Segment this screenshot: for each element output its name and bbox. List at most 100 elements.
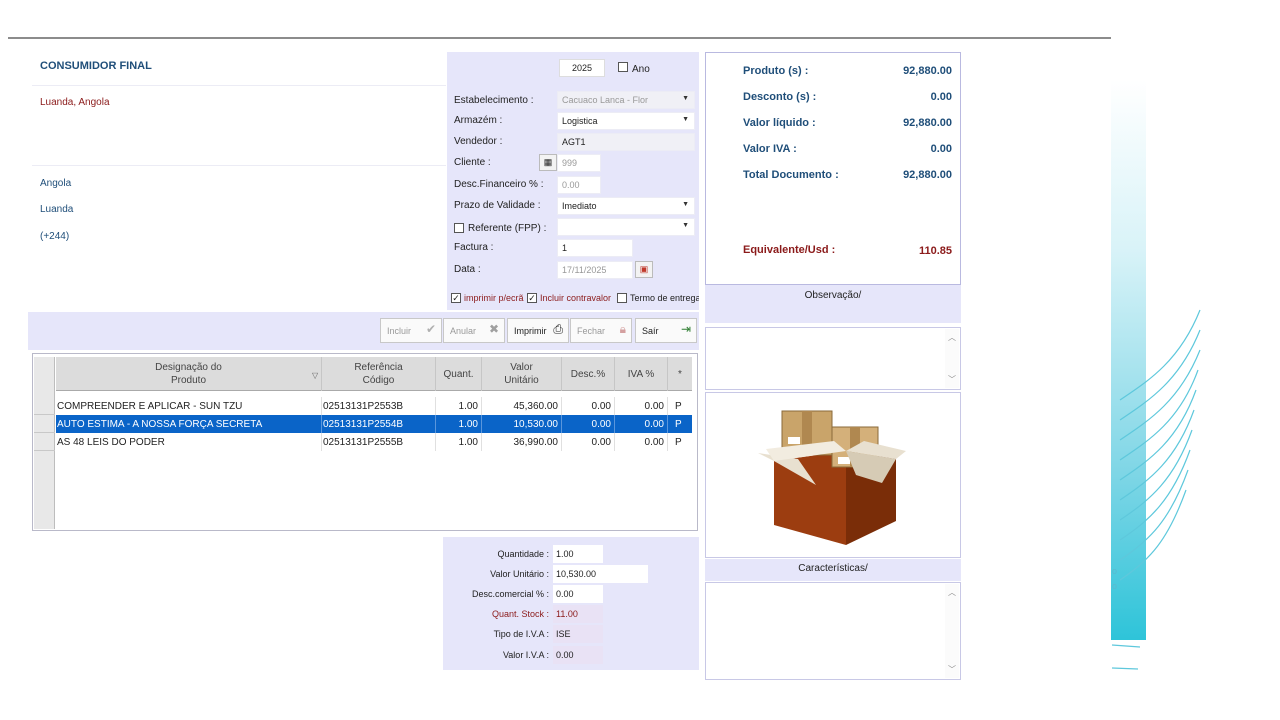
decorative-curves xyxy=(1111,309,1201,670)
products-grid: Designação do Produto ▽ Referência Códig… xyxy=(32,353,698,531)
exit-door-icon: ⇥ xyxy=(680,322,691,336)
include-button-label: Incluir xyxy=(387,326,412,336)
referent-select[interactable]: ▼ xyxy=(557,218,695,236)
date-field[interactable]: 17/11/2025 xyxy=(557,261,633,279)
chevron-down-icon: ▼ xyxy=(682,116,689,123)
table-row[interactable]: COMPREENDER E APLICAR - SUN TZU 02513131… xyxy=(56,397,692,415)
include-button[interactable]: Incluir ✔ xyxy=(380,318,442,343)
cell-flag: P xyxy=(675,419,682,430)
print-button-label: Imprimir xyxy=(514,326,547,336)
col-flag[interactable]: * xyxy=(668,357,692,391)
print-button[interactable]: Imprimir ⎙ xyxy=(507,318,569,343)
warehouse-select[interactable]: Logistica ▼ xyxy=(557,112,695,130)
delivery-term-label: Termo de entrega xyxy=(630,293,699,303)
cell-designation: AS 48 LEIS DO PODER xyxy=(56,433,322,451)
establishment-label: Estabelecimento : xyxy=(454,95,534,106)
seller-label: Vendedor : xyxy=(454,136,503,147)
document-header-form: 2025 Ano Estabelecimento : Cacuaco Lanca… xyxy=(447,52,699,310)
close-button[interactable]: Fechar 🔒︎ xyxy=(570,318,632,343)
detail-unit-value-field[interactable]: 10,530.00 xyxy=(553,565,648,583)
cell-vat: 0.00 xyxy=(615,415,668,433)
observation-textarea[interactable]: ︿ ﹀ xyxy=(705,327,961,390)
customer-name: CONSUMIDOR FINAL xyxy=(40,60,152,72)
detail-comm-discount-field[interactable]: 0.00 xyxy=(553,585,603,603)
detail-vat-value-field: 0.00 xyxy=(553,646,603,664)
scroll-up-icon[interactable]: ︿ xyxy=(945,332,959,343)
row-selector[interactable] xyxy=(34,433,55,451)
printer-icon: ⎙ xyxy=(553,322,563,336)
scroll-up-icon[interactable]: ︿ xyxy=(945,587,959,598)
calendar-icon[interactable]: ▣ xyxy=(635,261,653,278)
detail-stock-label: Quant. Stock : xyxy=(491,609,549,619)
chevron-down-icon: ▼ xyxy=(682,201,689,208)
row-selector[interactable] xyxy=(34,397,55,415)
col-vat[interactable]: IVA % xyxy=(615,357,668,391)
total-discount-label: Desconto (s) : xyxy=(743,91,817,103)
year-field[interactable]: 2025 xyxy=(559,59,605,77)
characteristics-scrollbar[interactable]: ︿ ﹀ xyxy=(945,584,959,678)
invoice-field[interactable]: 1 xyxy=(557,239,633,257)
referent-checkbox[interactable] xyxy=(454,223,464,233)
client-lookup-icon[interactable]: ▦ xyxy=(539,154,557,171)
col-reference[interactable]: Referência Código xyxy=(322,357,436,391)
decorative-dot: o xyxy=(1112,566,1118,576)
close-button-label: Fechar xyxy=(577,326,606,336)
table-row-selected[interactable]: AUTO ESTIMA - A NOSSA FORÇA SECRETA 0251… xyxy=(56,415,692,433)
observation-header: Observação/ xyxy=(705,285,961,323)
cell-discount: 0.00 xyxy=(562,433,615,451)
warehouse-label: Armazém : xyxy=(454,115,503,126)
row-selector[interactable] xyxy=(34,415,55,433)
detail-unit-value-label: Valor Unitário : xyxy=(490,569,549,579)
establishment-select[interactable]: Cacuaco Lanca - Flor ▼ xyxy=(557,91,695,109)
cell-discount: 0.00 xyxy=(562,415,615,433)
delivery-term-checkbox[interactable] xyxy=(617,293,627,303)
cell-reference: 02513131P2553B xyxy=(322,397,436,415)
detail-vat-type-field: ISE xyxy=(553,625,603,643)
document-total-value: 92,880.00 xyxy=(903,169,952,181)
customer-phone: (+244) xyxy=(40,231,70,242)
top-divider xyxy=(8,37,1111,39)
exit-button[interactable]: Saír ⇥ xyxy=(635,318,697,343)
cell-designation: AUTO ESTIMA - A NOSSA FORÇA SECRETA xyxy=(56,415,322,433)
table-row[interactable]: AS 48 LEIS DO PODER 02513131P2555B 1.00 … xyxy=(56,433,692,451)
detail-stock-field: 11.00 xyxy=(553,605,603,623)
observation-scrollbar[interactable]: ︿ ﹀ xyxy=(945,329,959,388)
client-label: Cliente : xyxy=(454,157,491,168)
app-window: CONSUMIDOR FINAL Luanda, Angola Angola L… xyxy=(0,0,1280,720)
print-options: ✓ imprimir p/ecrã ✓ Incluir contravalor … xyxy=(449,291,699,306)
net-value-label: Valor líquido : xyxy=(743,117,816,129)
col-quantity[interactable]: Quant. xyxy=(436,357,482,391)
scroll-down-icon[interactable]: ﹀ xyxy=(945,374,959,385)
detail-vat-value-label: Valor I.V.A : xyxy=(502,650,549,660)
document-total-label: Total Documento : xyxy=(743,169,839,181)
chevron-down-icon: ▼ xyxy=(682,222,689,229)
scroll-down-icon[interactable]: ﹀ xyxy=(945,664,959,675)
usd-equivalent-label: Equivalente/Usd : xyxy=(743,244,836,256)
print-screen-checkbox[interactable]: ✓ xyxy=(451,293,461,303)
total-products-value: 92,880.00 xyxy=(903,65,952,77)
cell-reference: 02513131P2554B xyxy=(322,415,436,433)
col-discount[interactable]: Desc.% xyxy=(562,357,615,391)
include-counter-label: Incluir contravalor xyxy=(540,293,612,303)
col-unit-value[interactable]: Valor Unitário xyxy=(482,357,562,391)
col-designation[interactable]: Designação do Produto xyxy=(56,357,322,391)
year-checkbox[interactable] xyxy=(618,62,628,72)
sort-icon: ▽ xyxy=(312,371,319,380)
fin-discount-field[interactable]: 0.00 xyxy=(557,176,601,194)
customer-separator xyxy=(32,165,446,166)
validity-select[interactable]: Imediato ▼ xyxy=(557,197,695,215)
cell-unit-value: 10,530.00 xyxy=(482,415,562,433)
cancel-button[interactable]: Anular ✖ xyxy=(443,318,505,343)
detail-quantity-field[interactable]: 1.00 xyxy=(553,545,603,563)
cell-discount: 0.00 xyxy=(562,397,615,415)
print-screen-label: imprimir p/ecrã xyxy=(464,293,524,303)
client-field[interactable]: 999 xyxy=(557,154,601,172)
total-products-label: Produto (s) : xyxy=(743,65,809,77)
customer-separator xyxy=(32,85,446,86)
check-icon: ✔ xyxy=(425,322,436,336)
invoice-label: Factura : xyxy=(454,242,494,253)
line-detail-panel: Quantidade : 1.00 Valor Unitário : 10,53… xyxy=(443,537,699,670)
chevron-down-icon: ▼ xyxy=(682,95,689,102)
characteristics-textarea[interactable]: ︿ ﹀ xyxy=(705,582,961,680)
include-counter-checkbox[interactable]: ✓ xyxy=(527,293,537,303)
